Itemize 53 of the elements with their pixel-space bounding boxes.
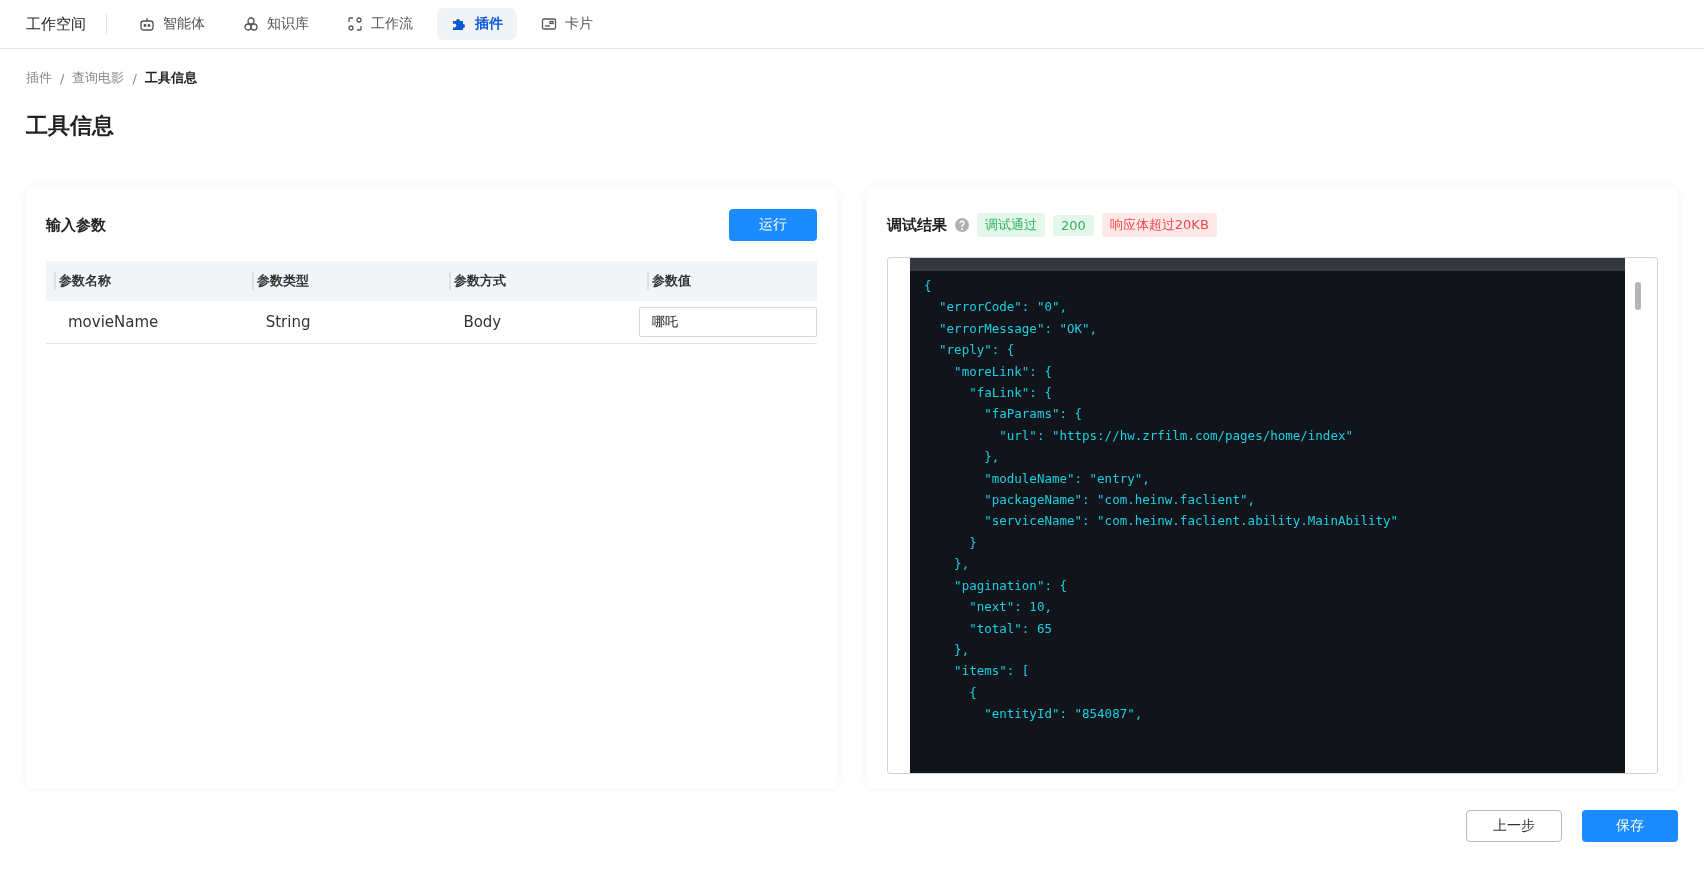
code-line: "items": [ <box>953 662 1031 681</box>
code-line: "serviceName": "com.heinw.faclient.ability.MainAbility" <box>983 512 1400 531</box>
column-header: 参数名称 <box>54 272 111 290</box>
code-line: { <box>968 683 978 702</box>
code-line: }, <box>983 448 1001 467</box>
help-icon[interactable] <box>955 218 969 232</box>
workspace-title: 工作空间 <box>26 14 107 34</box>
card-icon <box>541 16 557 32</box>
table-cell: movieName <box>46 301 244 344</box>
code-line: }, <box>953 640 971 659</box>
code-line: "reply": { <box>938 341 1016 360</box>
scrollbar-thumb[interactable] <box>1635 282 1641 310</box>
code-line: "packageName": "com.heinw.faclient", <box>983 491 1257 510</box>
code-line: "faParams": { <box>983 405 1084 424</box>
nav-tab[interactable]: 智能体 <box>125 8 219 40</box>
page-title: 工具信息 <box>26 112 115 140</box>
code-line: "url": "https://hw.zrfilm.com/pages/home/index" <box>998 426 1354 445</box>
nav-tab[interactable]: 工作流 <box>333 8 427 40</box>
circles-icon <box>243 16 259 32</box>
back-button[interactable]: 上一步 <box>1466 810 1562 842</box>
breadcrumb-link[interactable]: 查询电影 <box>72 69 125 87</box>
robot-icon <box>139 16 155 32</box>
code-line: { <box>924 277 933 295</box>
breadcrumb-separator: / <box>132 70 137 86</box>
code-line: "total": 65 <box>968 619 1053 638</box>
code-line: "errorCode": "0", <box>938 298 1068 317</box>
nav-tab[interactable]: 插件 <box>437 8 517 40</box>
code-line: "moduleName": "entry", <box>983 469 1151 488</box>
table-cell: String <box>243 301 442 344</box>
code-line: "pagination": { <box>953 576 1068 595</box>
card-title: 调试结果 <box>887 215 947 235</box>
puzzle-icon <box>451 16 467 32</box>
card-title: 输入参数 <box>46 215 106 235</box>
column-header: 参数方式 <box>449 272 507 290</box>
code-line: "moreLink": { <box>953 362 1053 381</box>
code-line: } <box>968 533 978 552</box>
breadcrumb-link[interactable]: 工具信息 <box>144 69 197 87</box>
nav-tab[interactable]: 卡片 <box>527 8 607 40</box>
breadcrumb-separator: / <box>60 70 65 86</box>
breadcrumb-link[interactable]: 插件 <box>26 69 52 87</box>
code-line: "next": 10, <box>968 598 1053 617</box>
nav-tab[interactable]: 知识库 <box>229 8 323 40</box>
value-input[interactable]: 哪吒 <box>639 307 817 337</box>
status-tag: 调试通过 <box>977 213 1045 237</box>
code-line: "entityId": "854087", <box>983 705 1144 724</box>
status-tag: 响应体超过20KB <box>1101 213 1217 237</box>
flow-icon <box>347 16 363 32</box>
column-header: 参数值 <box>647 272 692 290</box>
column-header: 参数类型 <box>251 272 309 290</box>
code-line: }, <box>953 555 971 574</box>
code-line: "faLink": { <box>968 384 1053 403</box>
status-tag: 200 <box>1053 214 1094 236</box>
code-line: "errorMessage": "OK", <box>938 319 1099 338</box>
